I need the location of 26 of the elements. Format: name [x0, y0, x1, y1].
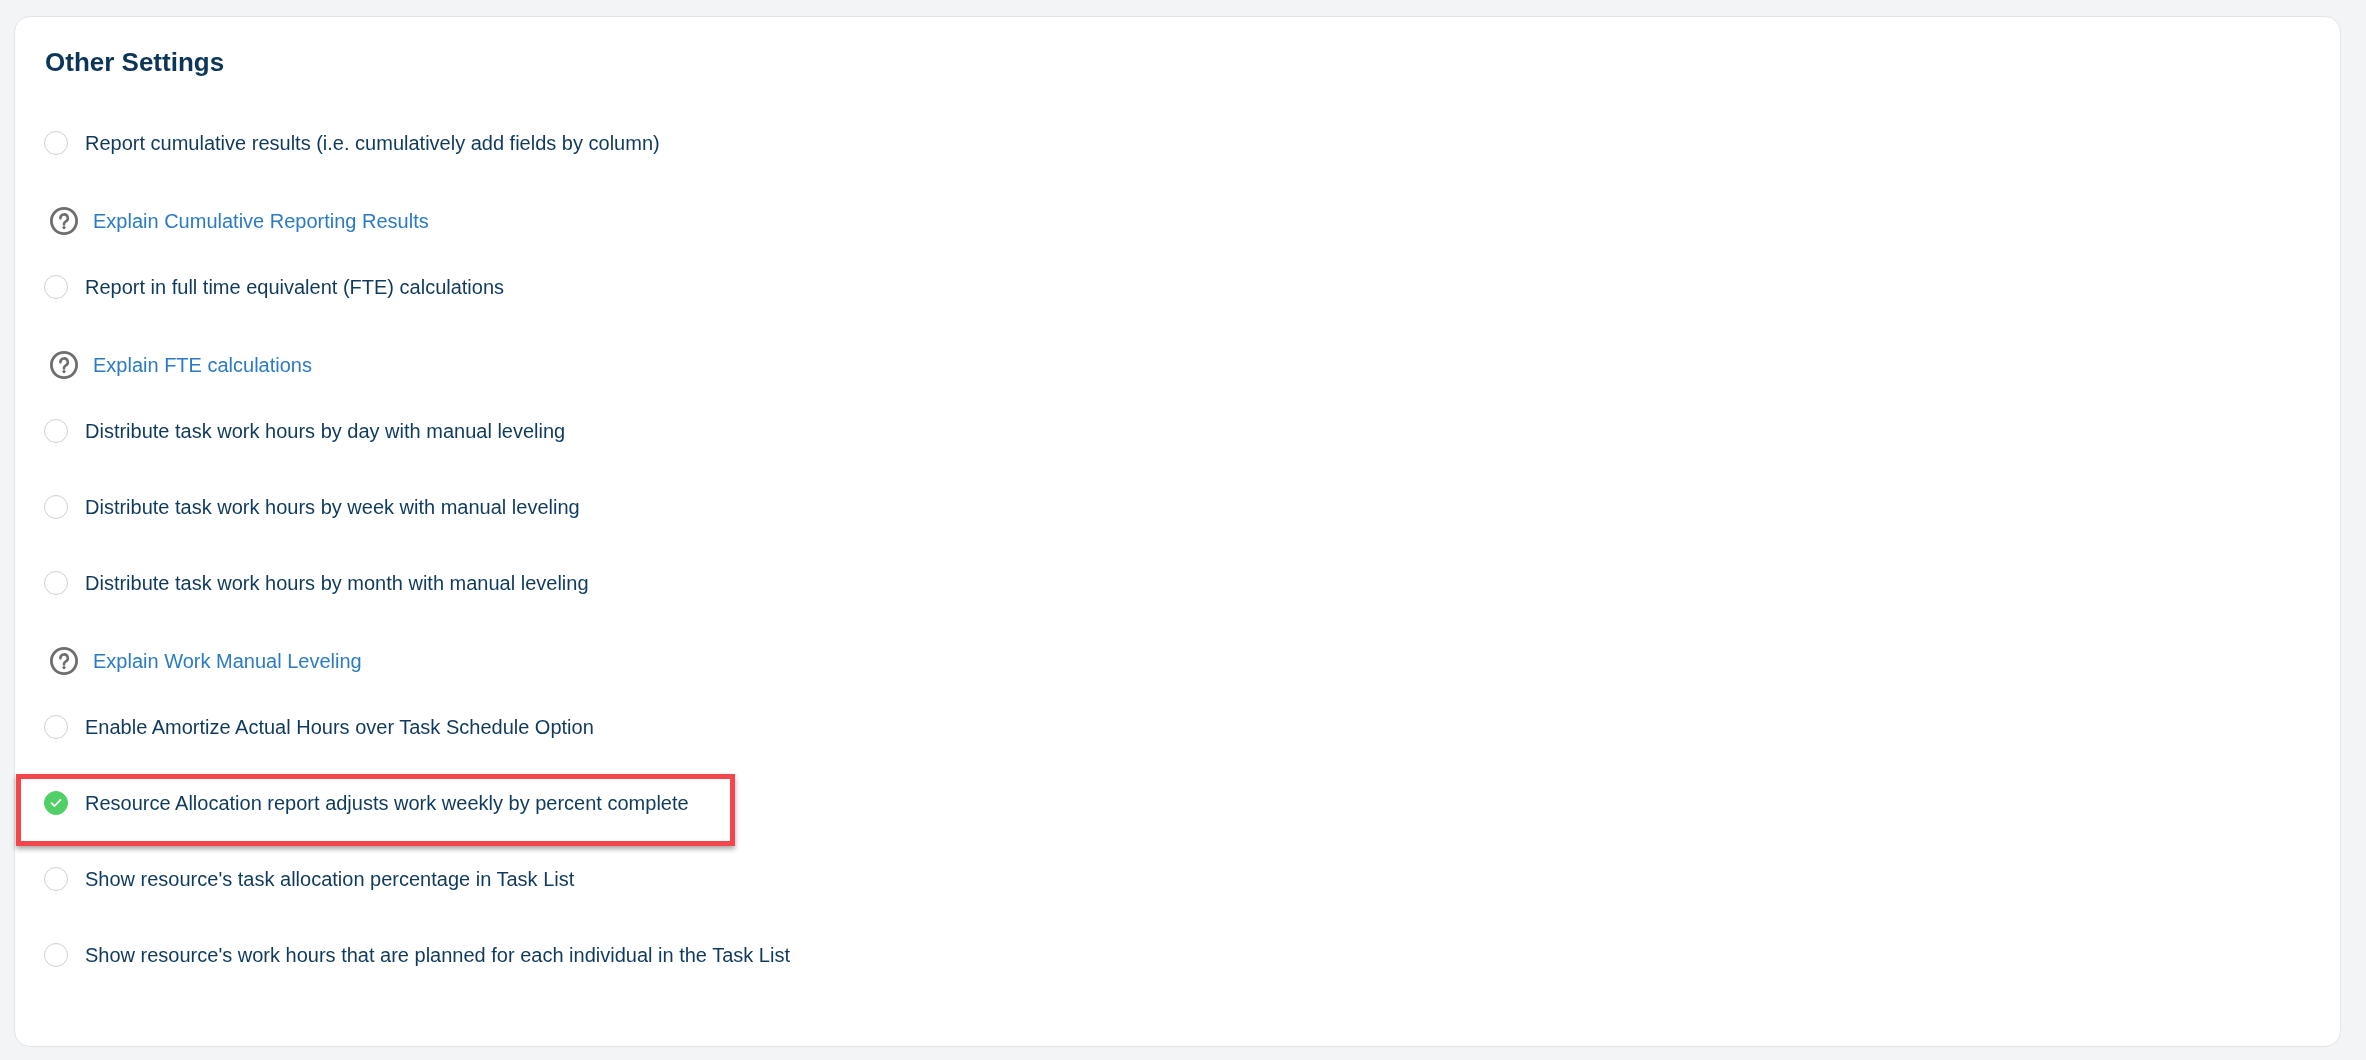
option-label: Report cumulative results (i.e. cumulatively add fields by column) [85, 131, 660, 155]
radio-button[interactable] [44, 791, 68, 815]
section-title: Other Settings [45, 46, 225, 79]
help-link[interactable]: Explain FTE calculations [93, 353, 312, 377]
option-label: Show resource's task allocation percentage in Task List [85, 867, 575, 891]
option-label: Distribute task work hours by day with manual leveling [85, 419, 566, 443]
help-icon[interactable] [50, 351, 78, 379]
option-label: Distribute task work hours by month with manual leveling [85, 571, 589, 595]
help-icon[interactable] [50, 647, 78, 675]
radio-button[interactable] [44, 495, 68, 519]
help-link[interactable]: Explain Work Manual Leveling [93, 649, 362, 673]
radio-button[interactable] [44, 943, 68, 967]
option-label: Distribute task work hours by week with manual leveling [85, 495, 580, 519]
radio-button[interactable] [44, 867, 68, 891]
check-icon [50, 798, 62, 808]
radio-button[interactable] [44, 571, 68, 595]
radio-button[interactable] [44, 275, 68, 299]
option-label: Report in full time equivalent (FTE) calculations [85, 275, 505, 299]
radio-button[interactable] [44, 715, 68, 739]
radio-button[interactable] [44, 131, 68, 155]
option-label: Enable Amortize Actual Hours over Task Schedule Option [85, 715, 594, 739]
radio-button[interactable] [44, 419, 68, 443]
option-label: Show resource's work hours that are planned for each individual in the Task List [85, 943, 790, 967]
help-icon[interactable] [50, 207, 78, 235]
help-link[interactable]: Explain Cumulative Reporting Results [93, 209, 429, 233]
option-label: Resource Allocation report adjusts work weekly by percent complete [85, 791, 689, 815]
